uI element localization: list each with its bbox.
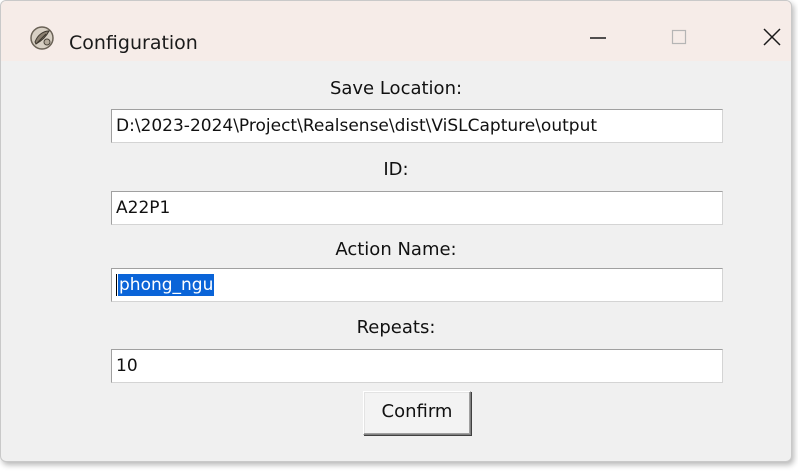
minimize-icon [590, 37, 606, 39]
form-area: Save Location: D:\2023-2024\Project\Real… [1, 61, 791, 461]
title-bar[interactable]: Configuration [1, 1, 791, 61]
save-location-label: Save Location: [329, 78, 463, 99]
repeats-label: Repeats: [356, 317, 436, 338]
id-input[interactable]: A22P1 [111, 191, 723, 225]
action-name-label: Action Name: [335, 239, 457, 260]
configuration-window: Configuration Save Location: D:\2023-202… [0, 0, 792, 462]
maximize-icon [671, 29, 687, 45]
tk-feather-icon [29, 25, 55, 51]
maximize-button[interactable] [657, 23, 717, 53]
id-label: ID: [383, 159, 409, 180]
text-caret [116, 274, 117, 296]
action-name-selected-text: phong_ngu [118, 274, 215, 296]
minimize-button[interactable] [567, 23, 627, 53]
save-location-input[interactable]: D:\2023-2024\Project\Realsense\dist\ViSL… [111, 109, 723, 143]
close-icon [763, 28, 781, 46]
repeats-input[interactable]: 10 [111, 349, 723, 383]
window-title: Configuration [69, 32, 198, 54]
action-name-input[interactable]: phong_ngu [111, 268, 723, 302]
close-button[interactable] [743, 23, 791, 53]
confirm-button[interactable]: Confirm [363, 391, 471, 435]
